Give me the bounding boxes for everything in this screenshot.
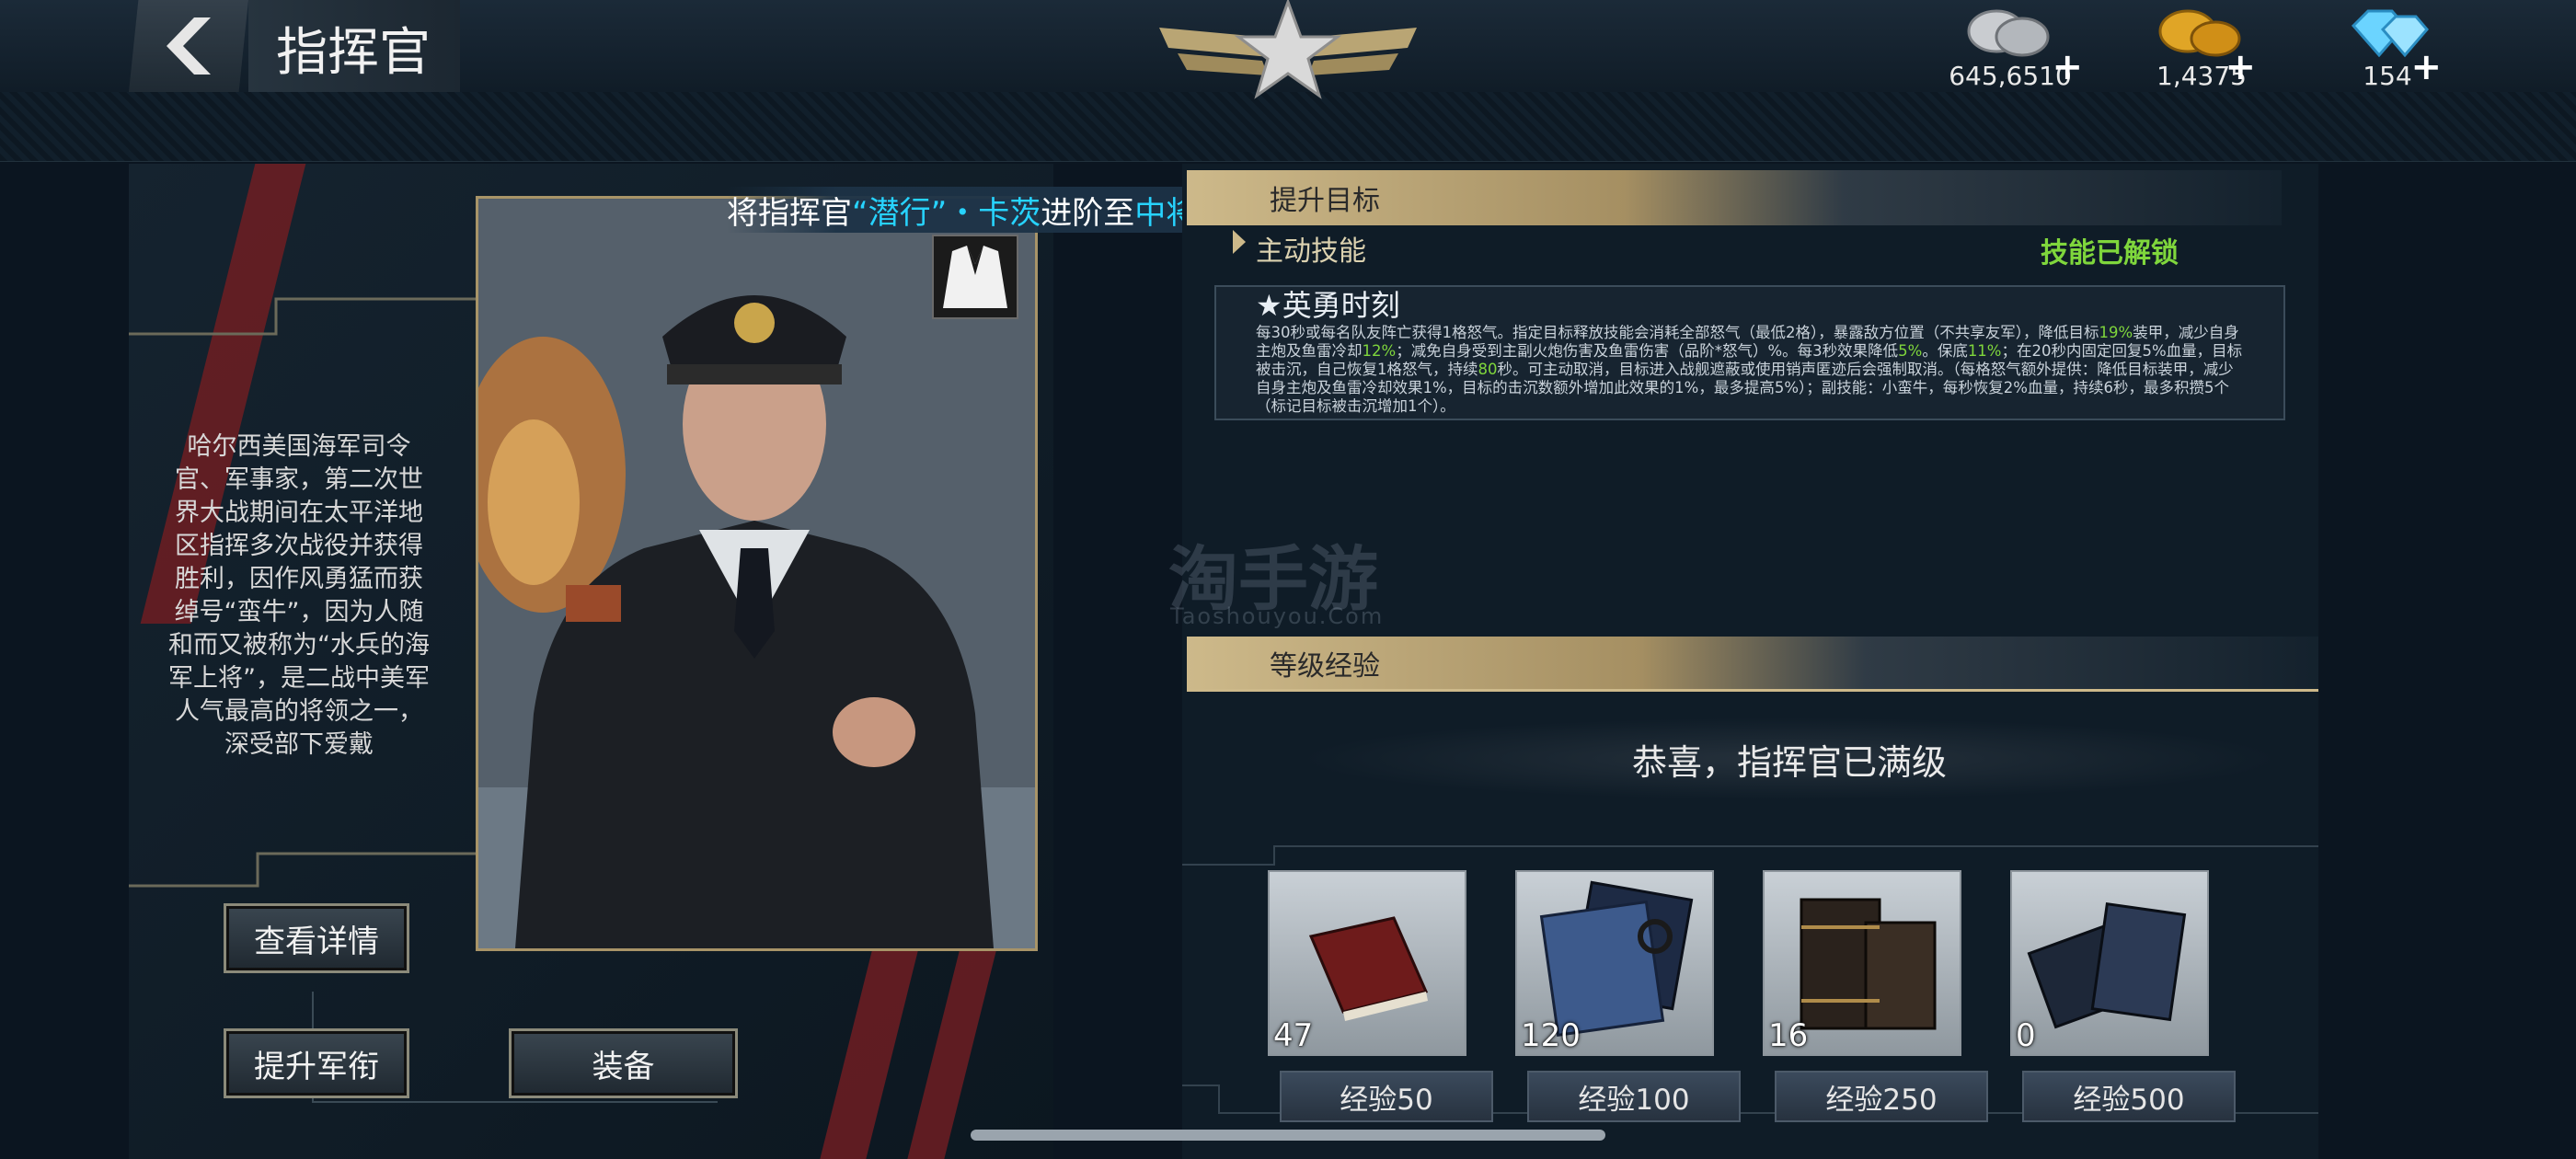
exp-item-4[interactable]: 0 [2010,870,2209,1056]
back-arrow-icon [167,17,211,75]
skill-description: 每30秒或每名队友阵亡获得1格怒气。指定目标释放技能会消耗全部怒气（最低2格），… [1256,324,2245,416]
watermark-url: Taoshouyou.Com [1170,603,1385,629]
upgrade-target-header: 提升目标 [1187,170,2282,225]
desc-highlight: 80 [1478,361,1498,378]
item-count: 120 [1521,1017,1581,1054]
home-indicator[interactable] [971,1130,1605,1141]
desc-highlight: 11% [1967,342,2002,360]
item-count: 16 [1768,1017,1809,1054]
resource-diamond[interactable]: 154 + [2337,4,2442,91]
desc-part: 每30秒或每名队友阵亡获得1格怒气。指定目标释放技能会消耗全部怒气（最低2格），… [1256,324,2099,341]
banner-prefix: 将指挥官 [727,194,852,232]
navy-books-icon [2027,902,2187,1029]
view-details-button[interactable]: 查看详情 [224,903,409,973]
exp-label-100: 经验100 [1527,1071,1741,1122]
exp-label-50: 经验50 [1280,1071,1493,1122]
resource-silver[interactable]: 645,6510 + [1941,4,2083,91]
active-skill-label: 主动技能 [1256,235,1366,268]
desc-highlight: 12% [1362,342,1397,360]
triangle-marker-icon [1233,230,1246,254]
item-count: 0 [2016,1017,2036,1054]
add-gold-icon[interactable]: + [2225,46,2256,88]
page-title: 指挥官 [276,23,431,83]
equipment-button[interactable]: 装备 [509,1028,738,1098]
top-decor-strip [0,92,2576,162]
desc-part: ；减免自身受到主副火炮伤害及鱼雷伤害（品阶*怒气）%。每3秒效果降低 [1396,342,1899,360]
max-level-message: 恭喜，指挥官已满级 [1297,717,2282,800]
exp-label-250: 经验250 [1775,1071,1988,1122]
diamond-value: 154 [2363,61,2412,91]
exp-item-1[interactable]: 47 [1268,870,1466,1056]
resource-gold[interactable]: 1,4375 + [2151,4,2256,91]
exp-item-3[interactable]: 16 [1763,870,1961,1056]
desc-part: 。保底 [1922,342,1968,360]
skill-name: ★英勇时刻 [1256,288,1400,323]
rank-star-emblem-icon [1159,0,1417,99]
desc-highlight: 19% [2099,324,2133,341]
desc-highlight: 5% [1898,342,1923,360]
exp-item-2[interactable]: 120 [1515,870,1714,1056]
item-count: 47 [1273,1017,1314,1054]
skill-unlocked-status: 技能已解锁 [2041,237,2179,270]
banner-middle: 进阶至 [1041,194,1135,232]
outfit-button[interactable] [932,235,1018,319]
exp-label-500: 经验500 [2022,1071,2236,1122]
silver-coin-icon [1967,9,2050,57]
level-exp-header: 等级经验 [1187,637,2318,692]
add-silver-icon[interactable]: + [2052,46,2083,88]
commander-bio: 哈尔西美国海军司令官、军事家，第二次世界大战期间在太平洋地区指挥多次战役并获得胜… [168,432,430,759]
add-diamond-icon[interactable]: + [2410,46,2442,88]
back-button[interactable] [129,0,248,92]
banner-commander-name: “潜行”・卡茨 [852,194,1041,232]
suit-jacket-icon [943,246,1007,308]
promote-rank-button[interactable]: 提升军衔 [224,1028,409,1098]
